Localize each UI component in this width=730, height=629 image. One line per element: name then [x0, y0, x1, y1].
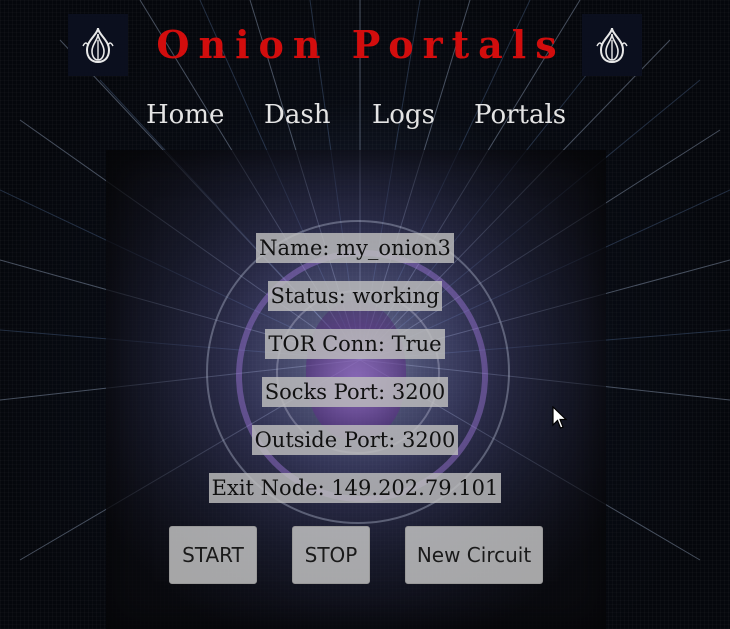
portal-status: Status: working [267, 281, 443, 311]
outside-port-row: Outside Port: 3200 [0, 425, 710, 455]
new-circuit-button[interactable]: New Circuit [405, 526, 543, 584]
onion-logo-icon [68, 14, 128, 76]
stop-button[interactable]: STOP [292, 526, 370, 584]
exit-node-row: Exit Node: 149.202.79.101 [0, 473, 710, 503]
nav-item-home[interactable]: Home [146, 100, 224, 130]
portal-status-row: Status: working [0, 281, 710, 311]
mouse-cursor-icon [552, 405, 568, 434]
exit-node: Exit Node: 149.202.79.101 [208, 473, 502, 503]
tor-conn-row: TOR Conn: True [0, 329, 710, 359]
onion-illustration [306, 300, 406, 440]
portal-name: Name: my_onion3 [256, 233, 454, 263]
nav-item-portals[interactable]: Portals [474, 100, 566, 130]
portal-name-row: Name: my_onion3 [0, 233, 710, 263]
tor-conn-status: TOR Conn: True [265, 329, 445, 359]
main-nav: Home Dash Logs Portals [0, 100, 730, 136]
onion-logo-icon [582, 14, 642, 76]
nav-item-logs[interactable]: Logs [372, 100, 435, 130]
socks-port-row: Socks Port: 3200 [0, 377, 710, 407]
socks-port: Socks Port: 3200 [261, 377, 449, 407]
nav-item-dash[interactable]: Dash [264, 100, 330, 130]
outside-port: Outside Port: 3200 [251, 425, 459, 455]
site-title: Onion Portals [156, 22, 566, 67]
start-button[interactable]: START [169, 526, 257, 584]
